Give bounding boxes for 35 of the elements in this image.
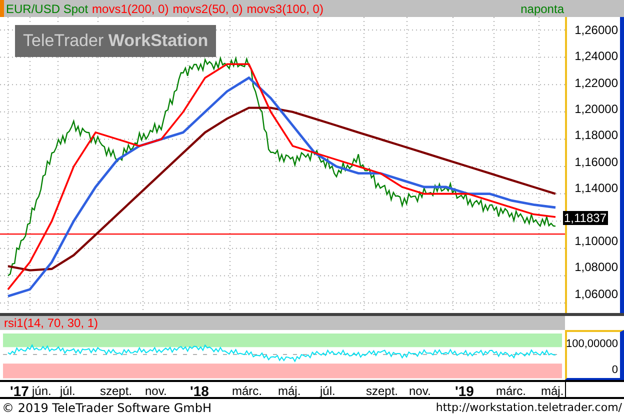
last-price-label: 1,11837 (563, 210, 608, 225)
website-link[interactable]: http://workstation.teletrader.com/ (436, 400, 622, 416)
axis-label: nov. (409, 382, 431, 399)
indicator-label: movs3(100, 0) (246, 0, 324, 18)
axis-label: nov. (145, 382, 167, 399)
copyright-text: © 2019 TeleTrader Software GmbH (2, 400, 212, 417)
axis-label: szept. (100, 382, 132, 399)
axis-label: márc. (232, 382, 262, 399)
interval-label: naponta (520, 0, 564, 18)
axis-label: '18 (190, 382, 209, 399)
axis-label: szept. (366, 382, 398, 399)
instrument-title: EUR/USD Spot (6, 0, 88, 18)
axis-label: máj. (278, 382, 301, 399)
axis-label: júl. (320, 382, 336, 399)
axis-label: '17 (10, 382, 29, 399)
axis-label: 1,16000 (574, 154, 619, 171)
indicator-label: movs2(50, 0) (172, 0, 243, 18)
axis-label: 1,22000 (574, 76, 619, 92)
axis-label: 1,18000 (574, 128, 619, 144)
axis-label: 1,08000 (574, 260, 619, 276)
indicator-label: movs1(200, 0) (92, 0, 169, 18)
axis-label: 1,24000 (574, 49, 619, 66)
axis-label: jún. (32, 382, 52, 399)
axis-label: 1,20000 (574, 102, 619, 118)
axis-label: 1,06000 (574, 286, 619, 303)
axis-label: 1,14000 (574, 181, 619, 198)
brand-label: TeleTrader WorkStation (15, 25, 216, 56)
axis-label: júl. (60, 382, 76, 399)
rsi-title: rsi1(14, 70, 30, 1) (4, 316, 98, 330)
axis-label: 1,10000 (574, 234, 619, 250)
axis-label: '19 (455, 382, 474, 399)
axis-label: máj. (541, 382, 564, 399)
axis-label: 1,26000 (574, 23, 619, 39)
axis-label: márc. (496, 382, 526, 399)
axis-label: 0 (612, 364, 618, 376)
